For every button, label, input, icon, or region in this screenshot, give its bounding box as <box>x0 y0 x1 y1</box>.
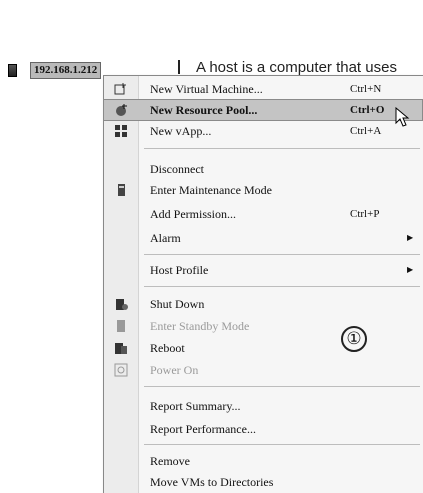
menu-item-disconnect[interactable]: Disconnect <box>104 159 422 179</box>
description-text: A host is a computer that uses <box>196 59 397 76</box>
menu-item-shortcut: Ctrl+P <box>350 208 380 220</box>
host-server-icon <box>8 64 17 77</box>
menu-separator <box>144 148 420 149</box>
menu-item-shortcut: Ctrl+N <box>350 83 382 95</box>
menu-item-add-permission[interactable]: Add Permission... Ctrl+P <box>104 204 422 224</box>
menu-item-label: Power On <box>150 363 199 377</box>
menu-item-label: New vApp... <box>150 124 212 138</box>
maintenance-icon <box>114 183 128 197</box>
menu-item-label: Disconnect <box>150 162 204 176</box>
reboot-icon <box>114 341 128 355</box>
menu-separator <box>144 386 420 387</box>
menu-item-power-on[interactable]: Power On <box>104 360 422 380</box>
menu-item-reboot[interactable]: Reboot <box>104 338 422 358</box>
menu-item-label: Host Profile <box>150 263 209 277</box>
menu-item-label: Report Summary... <box>150 399 241 413</box>
menu-item-report-performance[interactable]: Report Performance... <box>104 419 422 439</box>
resource-pool-icon <box>114 103 128 117</box>
menu-item-label: Shut Down <box>150 297 205 311</box>
menu-separator <box>144 286 420 287</box>
menu-item-new-vapp[interactable]: New vApp... Ctrl+A <box>104 121 422 141</box>
menu-separator <box>144 254 420 255</box>
menu-item-shortcut: Ctrl+O <box>350 104 385 116</box>
menu-item-enter-standby-mode[interactable]: Enter Standby Mode <box>104 316 422 336</box>
menu-item-label: Enter Standby Mode <box>150 319 250 333</box>
menu-item-label: Remove <box>150 454 190 468</box>
menu-item-label: New Resource Pool... <box>150 103 258 117</box>
menu-item-label: Add Permission... <box>150 207 237 221</box>
menu-item-label: Enter Maintenance Mode <box>150 183 272 197</box>
menu-separator <box>144 444 420 445</box>
menu-item-enter-maintenance-mode[interactable]: Enter Maintenance Mode <box>104 180 422 200</box>
menu-item-host-profile[interactable]: Host Profile ▶ <box>104 260 422 280</box>
shutdown-icon <box>114 297 128 311</box>
menu-item-label: Move VMs to Directories <box>150 475 274 489</box>
submenu-arrow-icon: ▶ <box>407 233 414 242</box>
menu-item-label: Reboot <box>150 341 185 355</box>
standby-icon <box>114 319 128 333</box>
annotation-marker: ① <box>341 326 367 352</box>
vapp-icon <box>114 124 128 138</box>
new-vm-icon <box>114 82 128 96</box>
menu-item-shortcut: Ctrl+A <box>350 125 382 137</box>
mouse-cursor-icon <box>395 107 410 127</box>
menu-item-alarm[interactable]: Alarm ▶ <box>104 228 422 248</box>
submenu-arrow-icon: ▶ <box>407 265 414 274</box>
power-on-icon <box>114 363 128 377</box>
context-menu: New Virtual Machine... Ctrl+N New Resour… <box>103 75 423 493</box>
menu-item-label: New Virtual Machine... <box>150 82 263 96</box>
menu-item-label: Report Performance... <box>150 422 256 436</box>
menu-item-new-resource-pool[interactable]: New Resource Pool... Ctrl+O <box>103 99 423 121</box>
host-label[interactable]: 192.168.1.212 <box>30 62 102 79</box>
menu-item-label: Alarm <box>150 231 181 245</box>
pane-divider <box>178 60 180 74</box>
menu-item-report-summary[interactable]: Report Summary... <box>104 396 422 416</box>
menu-item-remove[interactable]: Remove <box>104 451 422 471</box>
menu-item-shut-down[interactable]: Shut Down <box>104 294 422 314</box>
menu-item-new-virtual-machine[interactable]: New Virtual Machine... Ctrl+N <box>104 79 422 99</box>
menu-item-move-vms-to-directories[interactable]: Move VMs to Directories <box>104 472 422 492</box>
